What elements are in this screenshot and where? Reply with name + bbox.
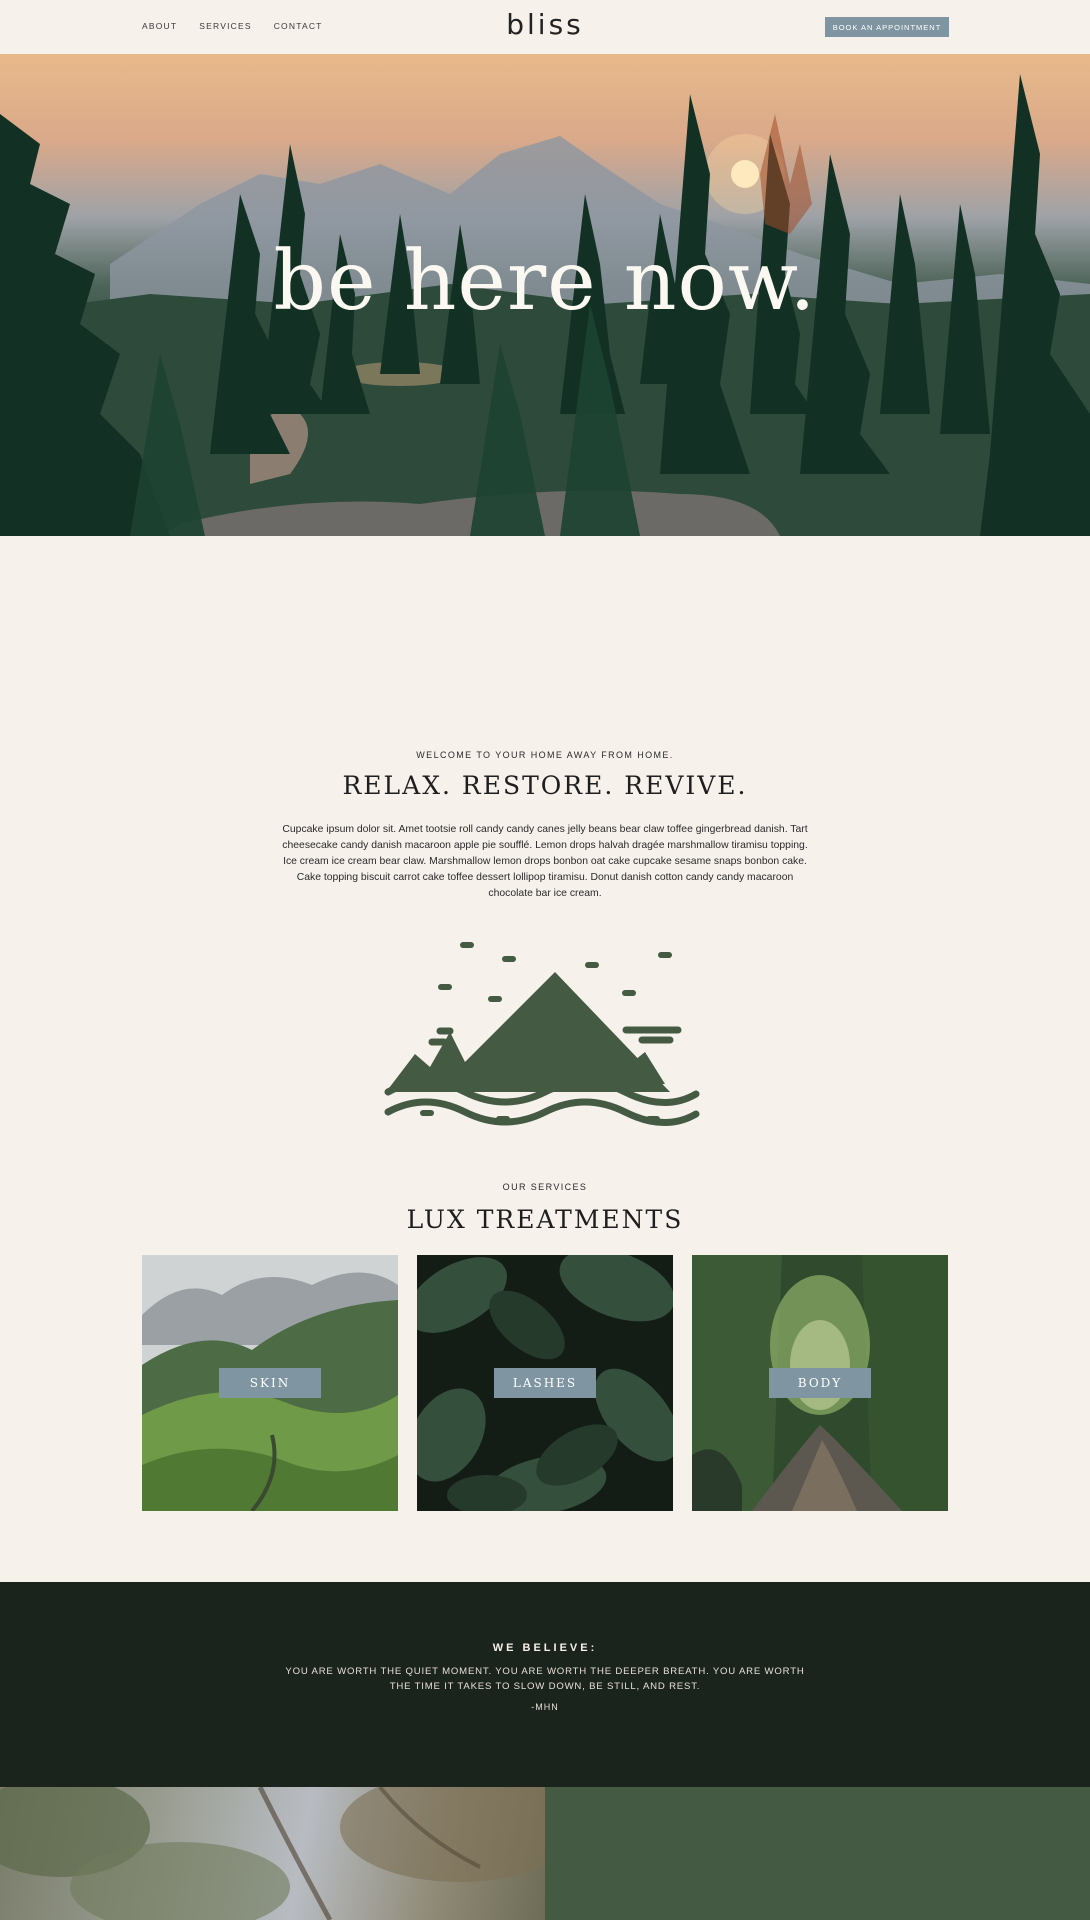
intro-heading: RELAX. RESTORE. REVIVE.: [342, 771, 748, 800]
intro-paragraph: Cupcake ipsum dolor sit. Amet tootsie ro…: [282, 824, 808, 899]
book-appointment-button[interactable]: BOOK AN APPOINTMENT: [825, 17, 949, 37]
service-card-skin[interactable]: SKIN: [142, 1255, 398, 1511]
lashes-label: LASHES: [494, 1368, 596, 1398]
belief-quote: YOU ARE WORTH THE QUIET MOMENT. YOU ARE …: [285, 1666, 805, 1692]
skin-label: SKIN: [219, 1368, 321, 1398]
services-heading: LUX TREATMENTS: [406, 1205, 684, 1234]
service-card-lashes[interactable]: LASHES: [417, 1255, 673, 1511]
site-header: ABOUT SERVICES CONTACT bliss BOOK AN APP…: [0, 0, 1090, 55]
belief-author: -MHN: [531, 1702, 559, 1712]
hero-banner: be here now.: [0, 54, 1090, 536]
hero-title: be here now.: [273, 234, 817, 329]
belief-title: WE BELIEVE:: [492, 1642, 598, 1654]
bottom-green-panel: [545, 1787, 1090, 1920]
bottom-forest-image: [0, 1787, 545, 1920]
body-label: BODY: [769, 1368, 871, 1398]
moon-icon: [495, 605, 595, 710]
intro-eyebrow: WELCOME TO YOUR HOME AWAY FROM HOME.: [416, 750, 674, 760]
belief-section: WE BELIEVE: YOU ARE WORTH THE QUIET MOME…: [0, 1582, 1090, 1787]
service-card-body[interactable]: BODY: [692, 1255, 948, 1511]
mountain-icon: [380, 942, 710, 1132]
services-grid: SKIN LASHES BODY: [142, 1255, 948, 1511]
services-eyebrow: OUR SERVICES: [502, 1182, 588, 1192]
